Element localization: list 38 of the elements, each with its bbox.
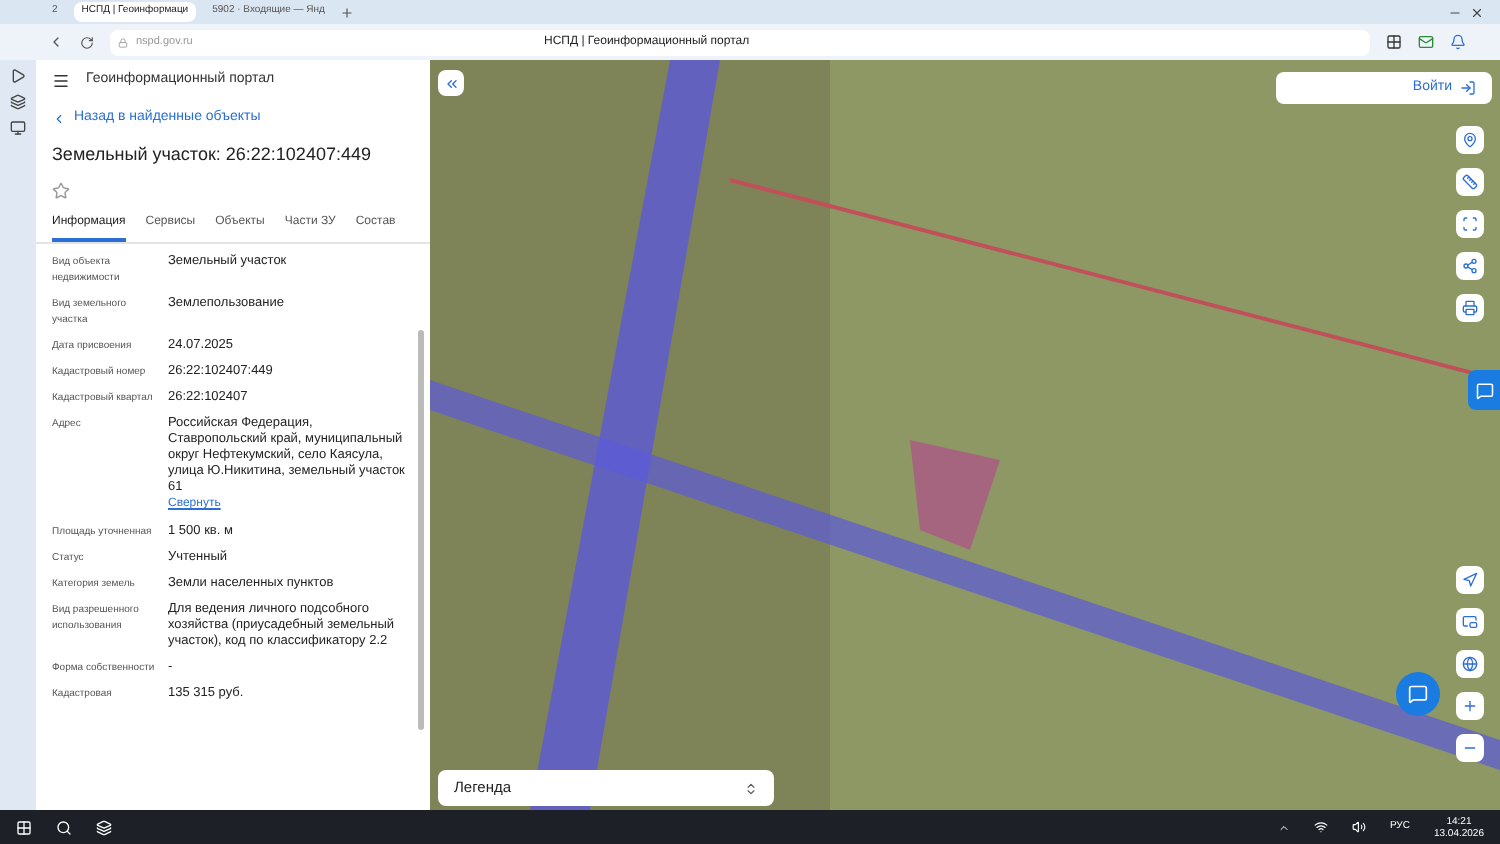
parcel-title: Земельный участок: 26:22:102407:449: [50, 141, 373, 168]
collapse-panel-button[interactable]: [438, 70, 464, 96]
new-tab-icon[interactable]: [340, 5, 355, 19]
up-down-chevron-icon: [744, 781, 758, 795]
chat-bubble-button[interactable]: [1468, 370, 1500, 410]
globe-icon[interactable]: [1456, 650, 1484, 678]
chat-icon: [1408, 684, 1428, 704]
double-chevron-left-icon: [443, 75, 459, 91]
monitor-icon[interactable]: [10, 120, 26, 136]
search-icon[interactable]: [56, 819, 72, 835]
zoom-in-icon[interactable]: [1456, 692, 1484, 720]
task-view-icon[interactable]: [96, 819, 112, 835]
back-icon[interactable]: [48, 34, 64, 50]
navigation-arrow-icon[interactable]: [1456, 566, 1484, 594]
login-icon: [1460, 80, 1476, 96]
bell-icon[interactable]: [1450, 34, 1466, 50]
chevron-left-icon: [52, 111, 66, 126]
print-icon[interactable]: [1456, 294, 1484, 322]
speech-bubble-icon: [1475, 381, 1493, 399]
picture-in-picture-icon[interactable]: [1456, 608, 1484, 636]
mail-icon[interactable]: [1418, 34, 1434, 50]
location-pin-icon[interactable]: [1456, 126, 1484, 154]
extensions-icon[interactable]: [1386, 34, 1402, 50]
play-icon[interactable]: [10, 68, 26, 84]
frame-icon[interactable]: [1456, 210, 1484, 238]
share-icon[interactable]: [1456, 252, 1484, 280]
layers-icon[interactable]: [10, 94, 26, 110]
menu-icon[interactable]: [52, 71, 70, 89]
wifi-icon[interactable]: [1313, 820, 1328, 834]
close-icon[interactable]: [1470, 5, 1484, 19]
scrollbar[interactable]: [418, 330, 424, 730]
lock-icon: [118, 37, 128, 47]
start-icon[interactable]: [16, 819, 32, 835]
zoom-out-icon[interactable]: [1456, 734, 1484, 762]
reload-icon[interactable]: [80, 35, 94, 49]
ruler-icon[interactable]: [1456, 168, 1484, 196]
volume-icon[interactable]: [1351, 820, 1366, 834]
star-icon[interactable]: [52, 182, 70, 200]
